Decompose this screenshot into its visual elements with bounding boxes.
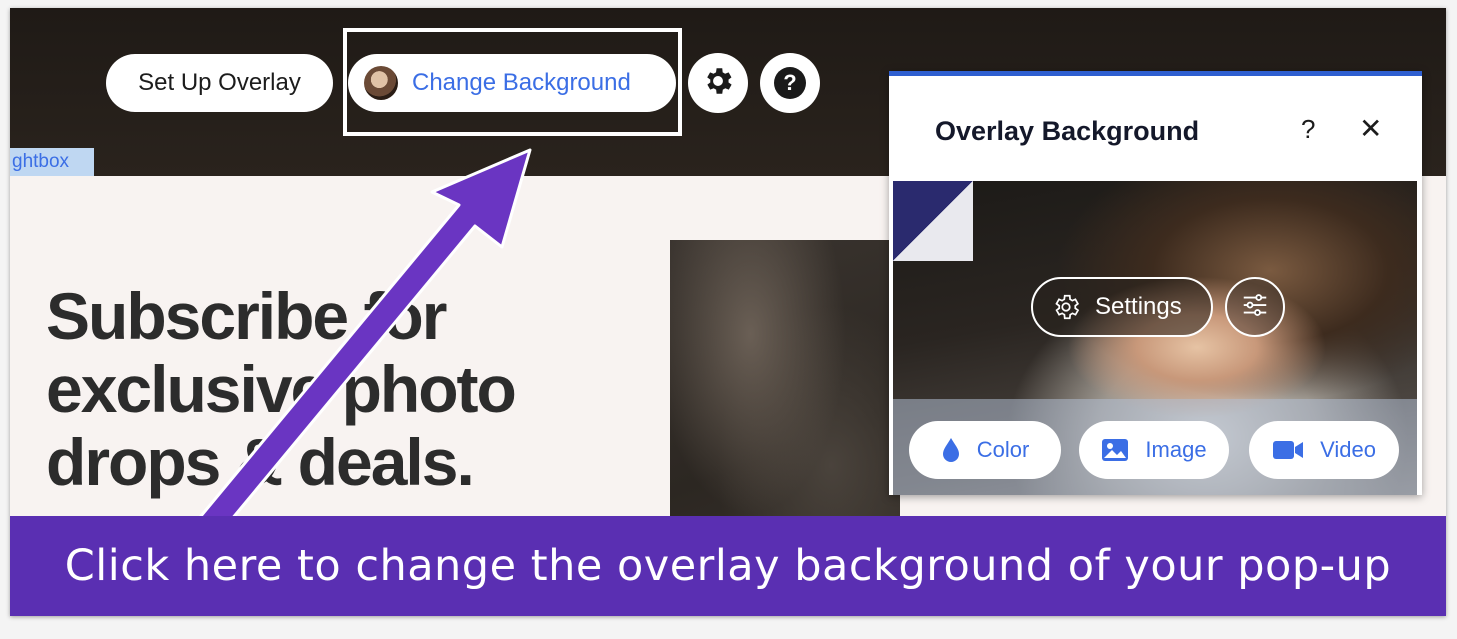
background-thumbnail [364, 66, 398, 100]
sliders-icon [1240, 290, 1270, 325]
headline-line-3: drops & deals. [46, 425, 475, 499]
droplet-icon [941, 437, 961, 463]
overlay-background-panel: Overlay Background ? ✕ Settings Color Im… [889, 71, 1422, 495]
video-camera-icon [1272, 439, 1304, 461]
set-up-overlay-label: Set Up Overlay [138, 69, 301, 96]
lightbox-tag[interactable]: ghtbox [10, 148, 94, 176]
background-preview: Settings Color Image Video [893, 181, 1417, 495]
help-icon: ? [774, 67, 806, 99]
video-label: Video [1320, 437, 1376, 462]
change-background-label: Change Background [412, 69, 631, 96]
panel-help-icon[interactable]: ? [1301, 114, 1315, 145]
instruction-callout: Click here to change the overlay backgro… [10, 516, 1446, 616]
settings-gear-icon [1051, 292, 1081, 322]
video-button[interactable]: Video [1249, 421, 1399, 479]
popup-headline: Subscribe for exclusive photo drops & de… [46, 280, 606, 499]
image-icon [1101, 438, 1129, 462]
settings-label: Settings [1095, 293, 1182, 320]
preview-settings-button[interactable]: Settings [1031, 277, 1213, 337]
page-corner-decoration [893, 181, 973, 261]
headline-line-1: Subscribe for [46, 279, 447, 353]
gear-icon [701, 64, 735, 103]
color-label: Color [976, 437, 1030, 462]
headline-line-2: exclusive photo [46, 352, 517, 426]
editor-frame: Set Up Overlay Change Background ? ghtbo… [10, 8, 1446, 616]
panel-close-icon[interactable]: ✕ [1359, 112, 1382, 145]
color-button[interactable]: Color [909, 421, 1061, 479]
change-background-button[interactable]: Change Background [348, 54, 676, 112]
panel-title: Overlay Background [935, 116, 1200, 146]
image-label: Image [1145, 437, 1207, 462]
help-button[interactable]: ? [760, 53, 820, 113]
adjust-button[interactable] [1225, 277, 1285, 337]
settings-gear-button[interactable] [688, 53, 748, 113]
set-up-overlay-button[interactable]: Set Up Overlay [106, 54, 333, 112]
callout-text: Click here to change the overlay backgro… [64, 541, 1392, 591]
image-button[interactable]: Image [1079, 421, 1229, 479]
